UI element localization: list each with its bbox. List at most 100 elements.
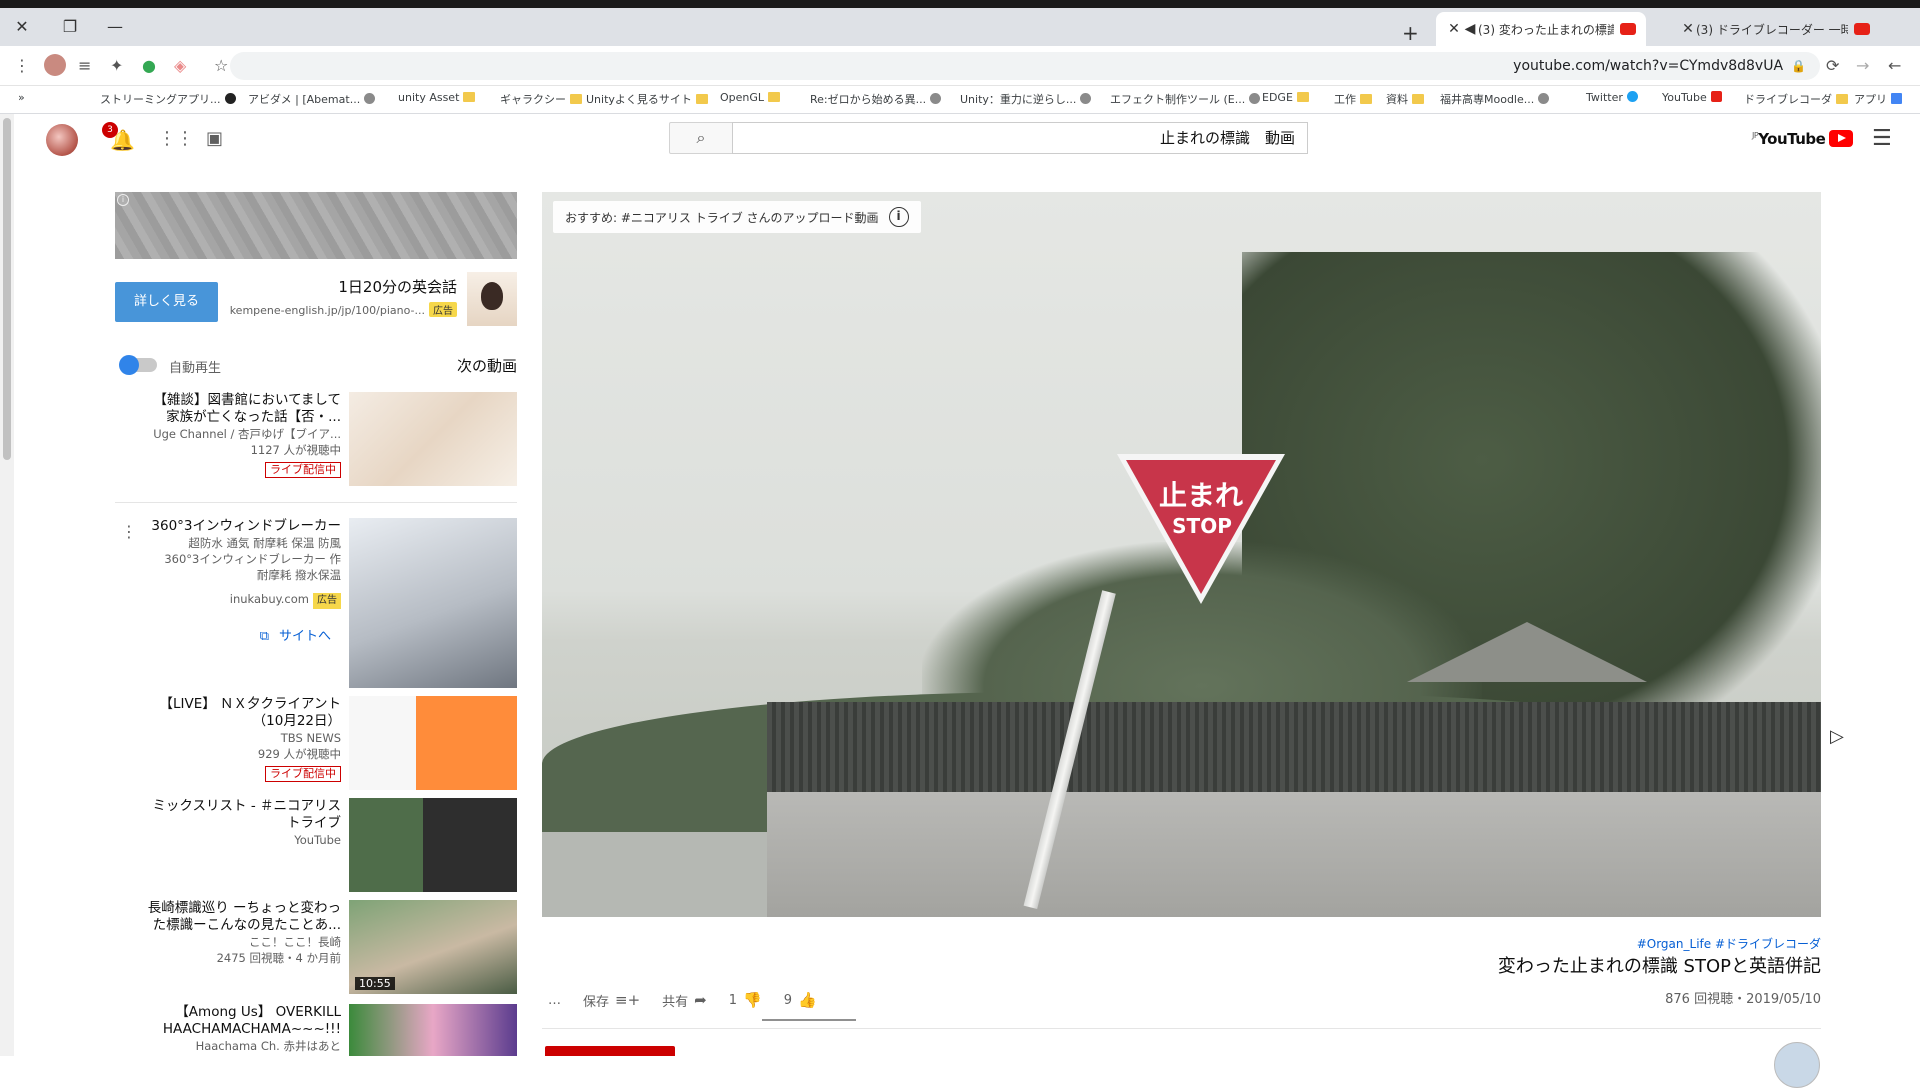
dislike-button[interactable]: 1 👎: [729, 991, 762, 1009]
lock-icon[interactable]: 🔒: [1791, 59, 1806, 73]
tab-bar: ✕ ❐ — + ✕ ◀ (3) 変わった止まれの標識 STOP ✕ (3) ドラ…: [0, 8, 1920, 46]
bookmark-item[interactable]: エフェクト制作ツール (E...: [1110, 91, 1261, 109]
playlist-thumbnail[interactable]: [349, 798, 517, 892]
playlist-title[interactable]: ミックスリスト - ＃ニコアリス トライブ: [143, 798, 341, 832]
video-duration: 10:55: [355, 977, 395, 990]
channel-name[interactable]: Uge Channel / 杏戸ゆげ【ブイア...: [143, 426, 341, 442]
save-button[interactable]: 保存 ≡+: [583, 991, 640, 1010]
url-text[interactable]: youtube.com/watch?v=CYmdv8d8vUA: [1513, 58, 1783, 74]
extension-puzzle-icon[interactable]: ✦: [110, 56, 123, 75]
kebab-menu-icon[interactable]: ⋮: [14, 56, 30, 75]
ad-title[interactable]: 360°3インウィンドブレーカー: [143, 518, 341, 535]
thumbs-down-icon: 👎: [743, 991, 762, 1009]
video-thumbnail[interactable]: [349, 392, 517, 486]
bookmark-item[interactable]: EDGE: [1262, 91, 1309, 109]
close-window-icon[interactable]: ✕: [11, 16, 33, 38]
bookmark-item[interactable]: unity Asset: [398, 91, 476, 109]
reload-icon[interactable]: ⟳: [1826, 56, 1839, 75]
ad-info-icon[interactable]: i: [117, 194, 129, 206]
bookmark-item[interactable]: 工作: [1334, 91, 1372, 109]
overlay-text[interactable]: おすすめ: #ニコアリス トライブ さんのアップロード動画: [565, 209, 879, 226]
video-title[interactable]: 【雑談】図書館においてまして 家族が亡くなった話【否・...: [143, 392, 341, 426]
promoted-item[interactable]: ⋮ 360°3インウィンドブレーカー 超防水 通気 耐摩耗 保温 防風 360°…: [115, 518, 517, 688]
video-title[interactable]: 長崎標識巡り ーちょっと変わった標識ーこんなの見たことあ...: [143, 900, 341, 934]
search-button[interactable]: ⌕: [669, 122, 733, 154]
extension-pink-icon[interactable]: ◈: [174, 56, 186, 75]
video-actions: … 保存 ≡+ 共有 ➦ 1 👎 9 👍: [548, 988, 839, 1012]
video-title[interactable]: 【Among Us】 OVERKILL HAACHAMACHAMA~~~!!! …: [143, 1004, 341, 1038]
bookmark-item[interactable]: アプリ: [1854, 91, 1902, 109]
ad-banner-image[interactable]: i: [115, 192, 517, 259]
ad-title[interactable]: 1日20分の英会話: [338, 276, 457, 297]
youtube-logo[interactable]: JPYouTube: [1752, 130, 1854, 148]
bookmark-item[interactable]: Unity：重力に逆らし...: [960, 91, 1092, 109]
video-thumbnail[interactable]: [349, 696, 517, 790]
bookmark-item[interactable]: アビダメ | [Abemat...: [248, 91, 376, 109]
tab-close-icon[interactable]: ✕: [1680, 21, 1696, 37]
bookmarks-overflow-button[interactable]: »: [18, 91, 25, 109]
scene-wall: [767, 792, 1821, 917]
view-count: 929 人が視聴中: [257, 747, 341, 761]
subscribe-button[interactable]: [545, 1046, 675, 1056]
new-tab-plus-icon[interactable]: +: [1402, 21, 1419, 45]
ad-thumbnail[interactable]: [349, 518, 517, 688]
channel-avatar[interactable]: [1774, 1042, 1820, 1088]
folder-icon: [570, 94, 582, 104]
search-input[interactable]: 止まれの標識 動画: [732, 122, 1308, 154]
ad-card[interactable]: 詳しく見る 1日20分の英会話 kempene-english.jp/jp/10…: [115, 272, 517, 326]
url-bar[interactable]: youtube.com/watch?v=CYmdv8d8vUA 🔒: [230, 52, 1820, 80]
minimize-window-icon[interactable]: —: [104, 16, 126, 38]
recommended-video[interactable]: 【雑談】図書館においてまして 家族が亡くなった話【否・... Uge Chann…: [115, 392, 517, 486]
scene-road: [542, 832, 782, 917]
info-icon[interactable]: i: [888, 207, 909, 227]
channel-name[interactable]: ここ！ここ！長崎: [143, 934, 341, 950]
back-arrow-icon[interactable]: ←: [1888, 56, 1901, 75]
mix-playlist[interactable]: ミックスリスト - ＃ニコアリス トライブ YouTube: [115, 798, 517, 892]
bookmark-item[interactable]: OpenGL: [720, 91, 781, 109]
create-video-icon[interactable]: ▣: [206, 128, 223, 149]
forward-arrow-icon[interactable]: →: [1856, 56, 1869, 75]
profile-avatar-icon[interactable]: [44, 54, 66, 76]
bookmark-item[interactable]: ドライブレコーダ: [1744, 91, 1848, 109]
recommendation-overlay[interactable]: おすすめ: #ニコアリス トライブ さんのアップロード動画 i: [553, 201, 921, 233]
bookmark-item[interactable]: ストリーミングアプリ...: [100, 91, 236, 109]
visit-site-link[interactable]: ⧉ サイトへ: [143, 625, 341, 644]
ad-thumbnail[interactable]: [467, 272, 517, 326]
video-hashtags[interactable]: #Organ_Life #ドライブレコーダ: [1637, 935, 1821, 952]
bookmark-item[interactable]: YouTube: [1662, 91, 1722, 109]
channel-name[interactable]: TBS NEWS: [143, 730, 341, 746]
recommended-video[interactable]: 【Among Us】 OVERKILL HAACHAMACHAMA~~~!!! …: [115, 1004, 517, 1056]
restore-window-icon[interactable]: ❐: [59, 16, 81, 38]
bookmark-item[interactable]: 資料: [1386, 91, 1424, 109]
hamburger-menu-icon[interactable]: ☰: [1872, 126, 1892, 151]
like-button[interactable]: 9 👍: [784, 991, 817, 1009]
recommended-video[interactable]: 10:55 長崎標識巡り ーちょっと変わった標識ーこんなの見たことあ... ここ…: [115, 900, 517, 994]
more-options-icon[interactable]: ⋮: [121, 522, 137, 541]
bookmark-star-icon[interactable]: ☆: [214, 56, 228, 75]
recommended-video[interactable]: 【LIVE】 ＮＸ夕クライアント （10月22日） TBS NEWS 929 人…: [115, 696, 517, 790]
bookmark-item[interactable]: Re:ゼロから始める異...: [810, 91, 942, 109]
autoplay-toggle[interactable]: [119, 355, 157, 375]
reading-list-icon[interactable]: ≡: [78, 56, 91, 75]
video-thumbnail[interactable]: [349, 1004, 517, 1056]
video-title[interactable]: 【LIVE】 ＮＸ夕クライアント （10月22日）: [143, 696, 341, 730]
extension-green-icon[interactable]: ●: [142, 56, 156, 75]
tab-inactive[interactable]: ✕ (3) ドライブレコーダー 一時停止: [1670, 12, 1880, 46]
tab-active[interactable]: ✕ ◀ (3) 変わった止まれの標識 STOP: [1436, 12, 1646, 46]
tab-close-icon[interactable]: ✕: [1446, 21, 1462, 37]
apps-grid-icon[interactable]: ⋮⋮: [158, 128, 194, 149]
video-thumbnail[interactable]: 10:55: [349, 900, 517, 994]
bookmark-item[interactable]: 福井高専Moodle...: [1440, 91, 1550, 109]
video-player[interactable]: 止まれ STOP: [542, 192, 1821, 917]
more-actions-button[interactable]: …: [548, 993, 561, 1008]
page-scrollbar-thumb[interactable]: [3, 118, 11, 460]
bookmark-item[interactable]: ギャラクシー: [500, 91, 582, 109]
channel-name[interactable]: Haachama Ch. 赤井はあと: [143, 1038, 341, 1054]
share-button[interactable]: 共有 ➦: [662, 991, 707, 1010]
bookmark-item[interactable]: Unityよく見るサイト: [586, 91, 708, 109]
external-link-icon: ⧉: [259, 629, 269, 644]
ad-learn-more-button[interactable]: 詳しく見る: [115, 282, 218, 322]
bookmark-item[interactable]: Twitter: [1586, 91, 1638, 109]
view-count: 2475 回視聴・4 か月前: [216, 951, 341, 965]
account-avatar[interactable]: [46, 124, 78, 156]
